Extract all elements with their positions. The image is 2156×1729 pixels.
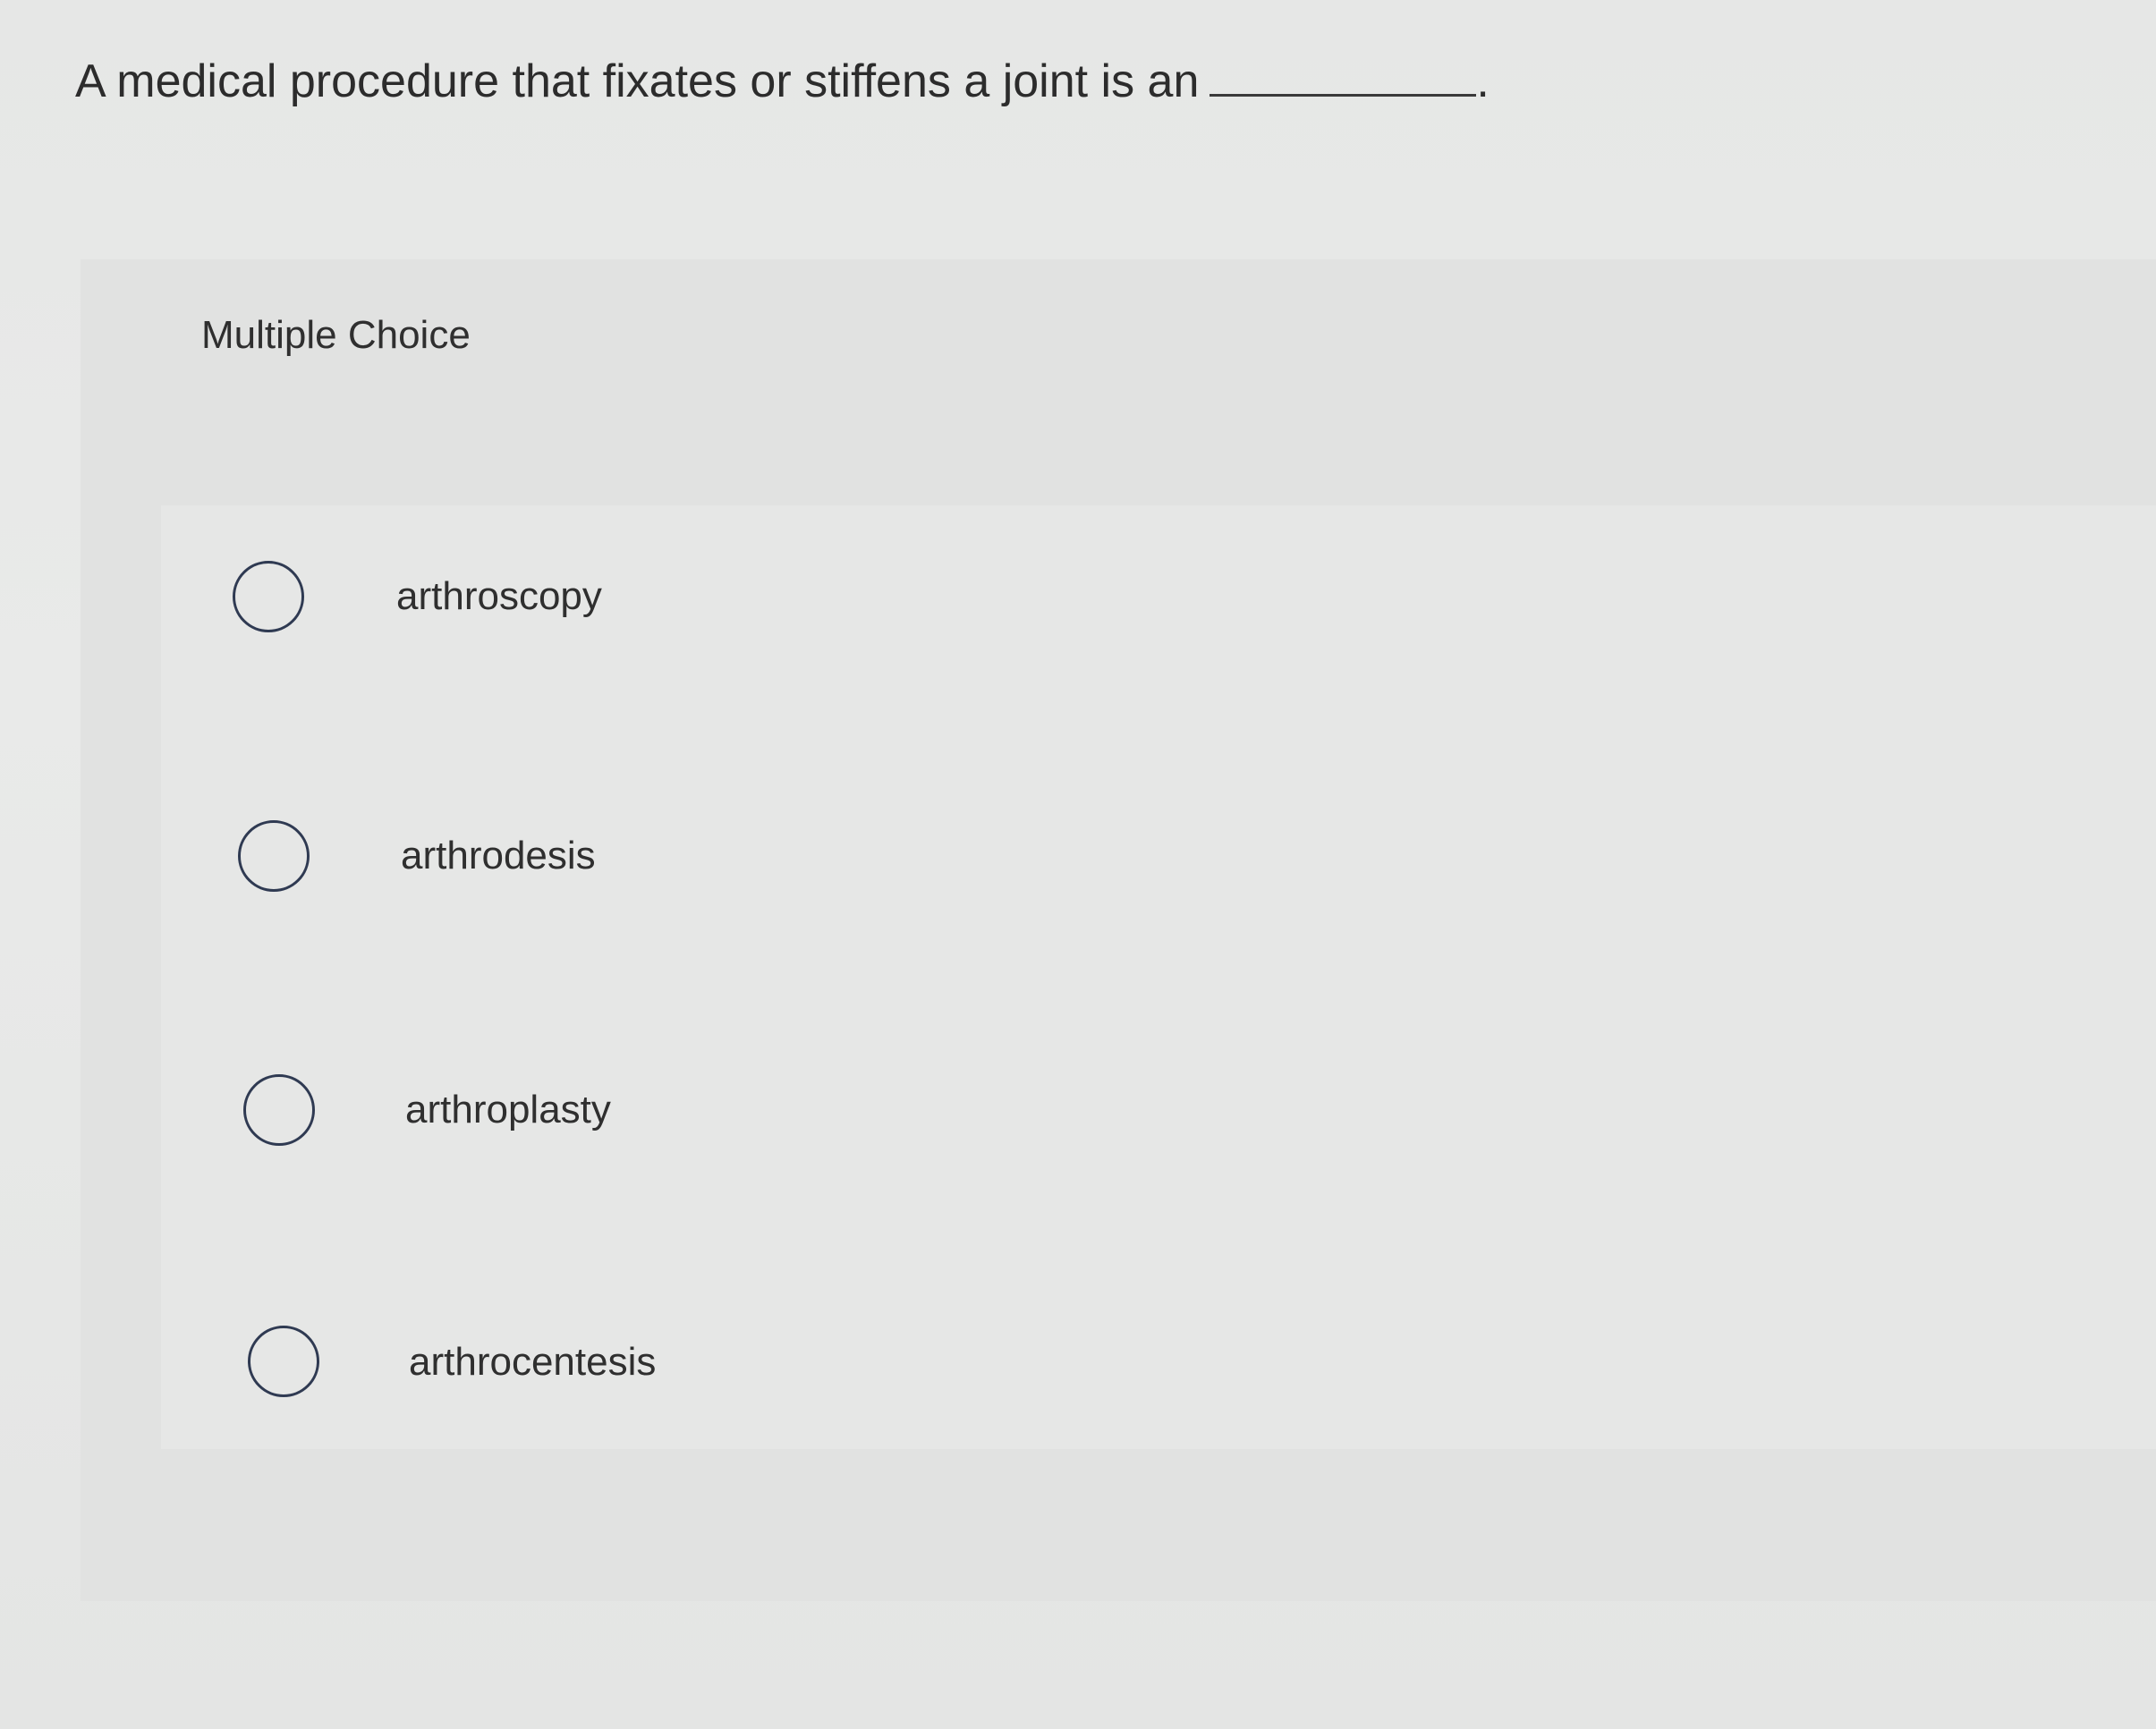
option-arthrocentesis[interactable]: arthrocentesis (161, 1284, 2156, 1543)
radio-button[interactable] (238, 820, 310, 892)
option-label[interactable]: arthroscopy (396, 570, 602, 623)
option-arthrodesis[interactable]: arthrodesis (161, 765, 2156, 1024)
radio-button[interactable] (243, 1074, 315, 1146)
option-label[interactable]: arthroplasty (405, 1083, 611, 1137)
option-label[interactable]: arthrocentesis (409, 1335, 656, 1389)
options-list: arthroscopy arthrodesis arthroplasty art… (161, 505, 2156, 1449)
option-label[interactable]: arthrodesis (401, 829, 596, 883)
question-text: A medical procedure that fixates or stif… (75, 55, 1200, 107)
question-period: . (1476, 55, 1490, 107)
answer-blank (1210, 58, 1477, 97)
question-prompt: A medical procedure that fixates or stif… (75, 50, 1490, 113)
option-arthroscopy[interactable]: arthroscopy (161, 505, 2156, 765)
radio-button[interactable] (248, 1326, 319, 1397)
option-arthroplasty[interactable]: arthroplasty (161, 1024, 2156, 1284)
radio-button[interactable] (233, 561, 304, 632)
panel-label: Multiple Choice (201, 313, 471, 357)
